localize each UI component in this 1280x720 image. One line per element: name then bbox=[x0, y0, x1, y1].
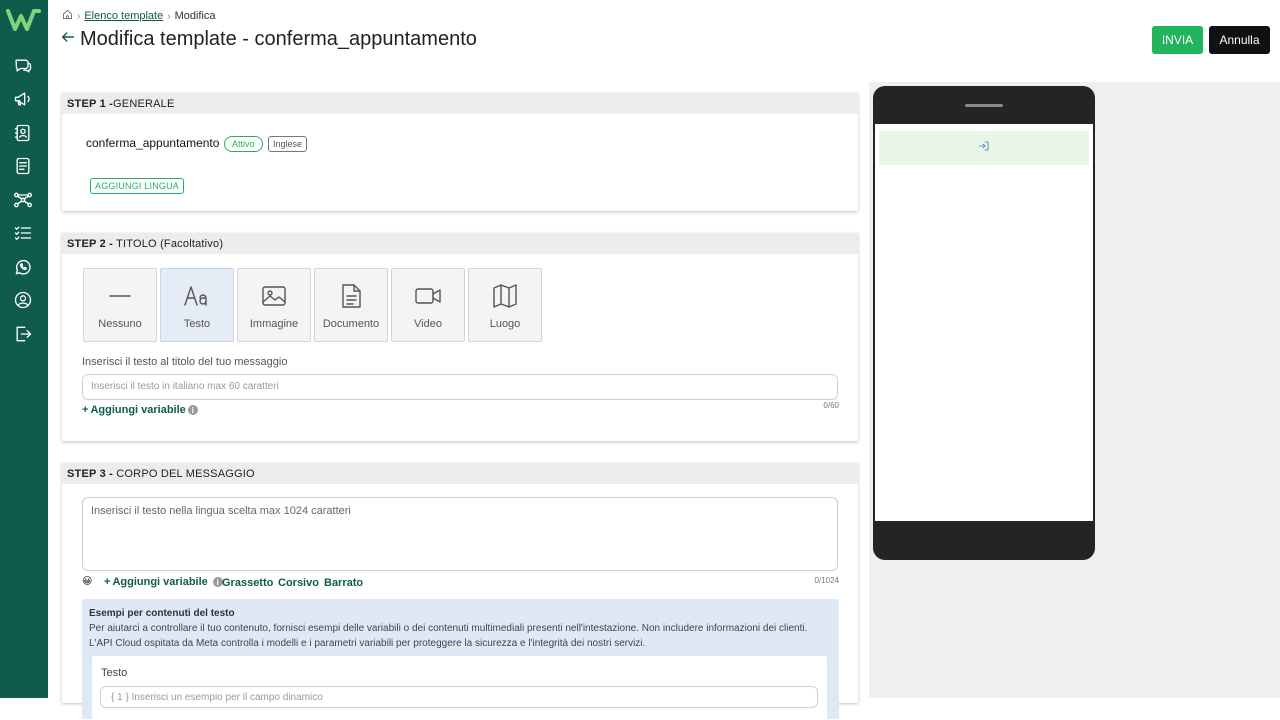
breadcrumb-link-template-list[interactable]: Elenco template bbox=[84, 10, 163, 22]
step2-card: STEP 2 - TITOLO (Facoltativo) Nessuno Te… bbox=[62, 233, 858, 441]
status-badge: Attivo bbox=[224, 136, 263, 152]
title-char-counter: 0/60 bbox=[823, 401, 839, 410]
example-input[interactable]: { 1 } Inserisci un esempio per il campo … bbox=[100, 686, 818, 708]
add-language-button[interactable]: AGGIUNGI LINGUA bbox=[90, 178, 185, 194]
chat-icon[interactable] bbox=[12, 55, 34, 77]
body-textarea[interactable]: Inserisci il testo nella lingua scelta m… bbox=[82, 497, 838, 571]
flow-icon[interactable] bbox=[12, 189, 34, 211]
page-title: Modifica template - conferma_appuntament… bbox=[80, 28, 477, 50]
strikethrough-button[interactable]: Barrato bbox=[324, 577, 363, 589]
back-arrow-icon[interactable] bbox=[60, 29, 76, 50]
title-field-label: Inserisci il testo al titolo del tuo mes… bbox=[82, 356, 288, 368]
breadcrumb-current: Modifica bbox=[174, 10, 216, 22]
video-icon bbox=[414, 282, 442, 310]
whatsapp-icon[interactable] bbox=[12, 256, 34, 278]
language-badge[interactable]: Inglese bbox=[268, 136, 308, 152]
brand-logo[interactable] bbox=[6, 8, 42, 32]
phone-mockup bbox=[873, 86, 1095, 560]
info-icon[interactable]: i bbox=[187, 405, 198, 415]
examples-box: Esempi per contenuti del testo Per aiuta… bbox=[82, 599, 839, 720]
image-icon bbox=[260, 282, 288, 310]
document-icon bbox=[337, 282, 365, 310]
profile-icon[interactable] bbox=[12, 289, 34, 311]
logout-icon[interactable] bbox=[12, 323, 34, 345]
step2-header: STEP 2 - TITOLO (Facoltativo) bbox=[62, 233, 858, 254]
breadcrumb: › Elenco template › Modifica bbox=[62, 9, 216, 23]
example-field-label: Testo bbox=[101, 667, 128, 679]
breadcrumb-separator: › bbox=[167, 10, 171, 22]
cancel-button[interactable]: Annulla bbox=[1209, 26, 1270, 54]
home-icon[interactable] bbox=[62, 9, 73, 23]
text-aa-icon bbox=[183, 282, 211, 310]
title-type-location[interactable]: Luogo bbox=[468, 268, 542, 342]
message-preview bbox=[879, 131, 1089, 165]
breadcrumb-separator: › bbox=[77, 10, 81, 22]
title-input[interactable]: Inserisci il testo in italiano max 60 ca… bbox=[82, 374, 838, 400]
bold-button[interactable]: Grassetto bbox=[222, 577, 273, 589]
title-row: Modifica template - conferma_appuntament… bbox=[60, 28, 477, 51]
emoji-icon[interactable]: 😀 bbox=[82, 576, 92, 587]
contacts-icon[interactable] bbox=[12, 122, 34, 144]
title-type-video[interactable]: Video bbox=[391, 268, 465, 342]
examples-title: Esempi per contenuti del testo bbox=[89, 608, 235, 619]
body-char-counter: 0/1024 bbox=[814, 576, 839, 585]
phone-speaker bbox=[965, 104, 1003, 107]
italic-button[interactable]: Corsivo bbox=[278, 577, 319, 589]
step1-header: STEP 1 -GENERALE bbox=[62, 93, 858, 114]
title-type-document[interactable]: Documento bbox=[314, 268, 388, 342]
step3-card: STEP 3 - CORPO DEL MESSAGGIO Inserisci i… bbox=[62, 463, 858, 720]
send-button[interactable]: INVIA bbox=[1152, 26, 1203, 54]
examples-description: Per aiutarci a controllare il tuo conten… bbox=[89, 623, 808, 649]
title-type-none[interactable]: Nessuno bbox=[83, 268, 157, 342]
login-icon bbox=[978, 139, 990, 157]
sidebar bbox=[0, 0, 48, 698]
map-icon bbox=[491, 282, 519, 310]
phone-screen bbox=[875, 124, 1093, 521]
minus-icon bbox=[106, 282, 134, 310]
preview-panel bbox=[869, 82, 1280, 698]
add-variable-button[interactable]: + Aggiungi variabile i bbox=[82, 404, 198, 416]
step1-card: STEP 1 -GENERALE conferma_appuntamento A… bbox=[62, 93, 858, 211]
title-type-text[interactable]: Testo bbox=[160, 268, 234, 342]
title-type-image[interactable]: Immagine bbox=[237, 268, 311, 342]
template-name: conferma_appuntamento bbox=[86, 136, 220, 150]
megaphone-icon[interactable] bbox=[12, 88, 34, 110]
checklist-icon[interactable] bbox=[12, 222, 34, 244]
body-add-variable-button[interactable]: + Aggiungi variabile i bbox=[104, 576, 223, 588]
example-field-card: Testo { 1 } Inserisci un esempio per il … bbox=[92, 656, 827, 720]
step3-header: STEP 3 - CORPO DEL MESSAGGIO bbox=[62, 463, 858, 484]
templates-icon[interactable] bbox=[12, 155, 34, 177]
